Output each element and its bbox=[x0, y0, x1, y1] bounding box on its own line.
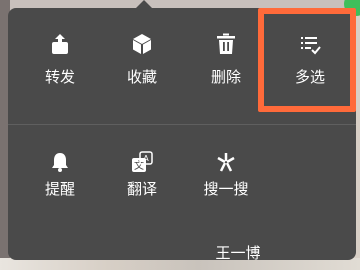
menu-label-translate: 翻译 bbox=[126, 180, 157, 198]
menu-divider bbox=[8, 124, 356, 125]
menu-label-remind: 提醒 bbox=[44, 180, 75, 198]
bell-icon bbox=[48, 150, 72, 174]
menu-item-translate[interactable]: 文 A 翻译 bbox=[104, 8, 180, 198]
search-query: 王一博 bbox=[215, 244, 261, 262]
multi-select-highlight bbox=[258, 8, 356, 112]
menu-label-search: 搜一搜 bbox=[203, 180, 249, 198]
translate-icon: 文 A bbox=[130, 150, 154, 174]
menu-item-search[interactable]: 搜一搜 bbox=[188, 8, 264, 198]
sparkle-icon bbox=[214, 150, 238, 174]
svg-text:A: A bbox=[143, 154, 149, 163]
menu-item-remind[interactable]: 提醒 bbox=[22, 8, 98, 198]
popup-pointer bbox=[136, 0, 152, 8]
